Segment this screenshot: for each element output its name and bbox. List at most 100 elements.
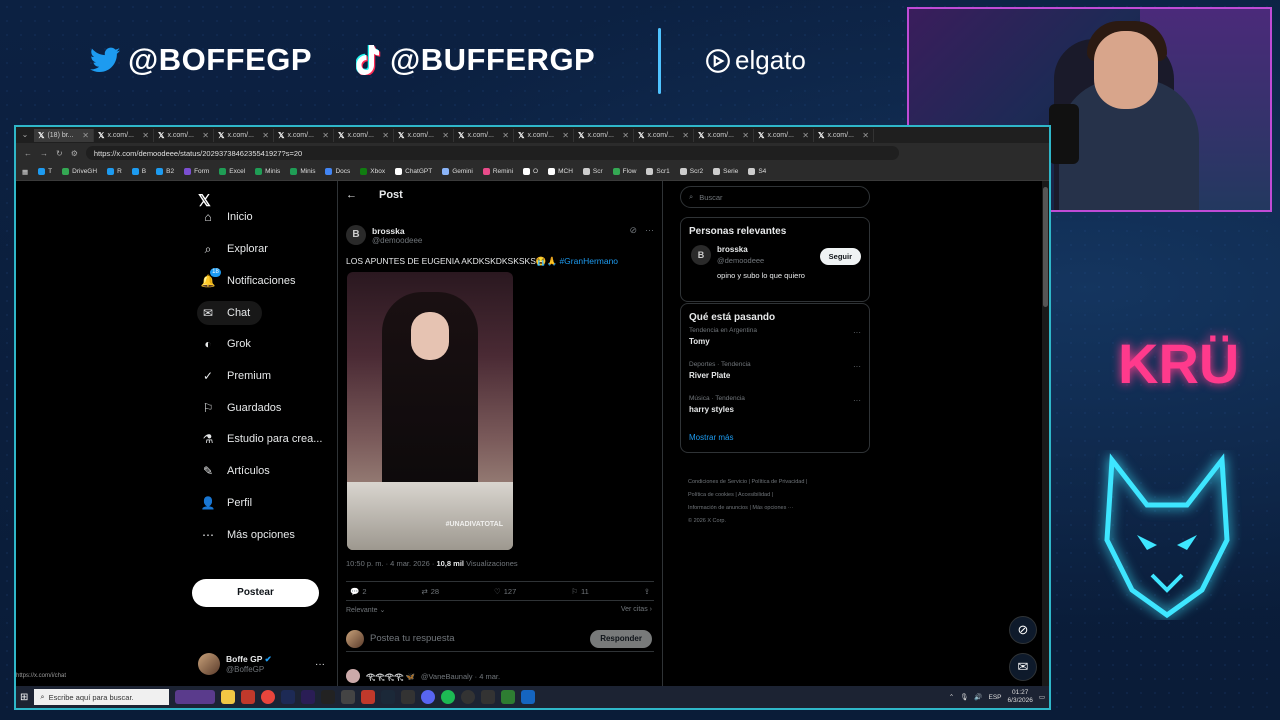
close-tab-icon[interactable]: ✕ [322,131,329,140]
bookmark-item[interactable]: B2 [156,168,174,175]
bookmark-item[interactable]: T [38,168,52,175]
post-button[interactable]: Postear [192,579,319,607]
app-icon[interactable] [241,690,256,704]
follow-button[interactable]: Seguir [819,248,861,265]
show-more-link[interactable]: Mostrar más [681,429,869,452]
footer-line[interactable]: Condiciones de Servicio | Política de Pr… [688,476,868,489]
bookmark-item[interactable]: O [523,168,538,175]
nav-item-estudio-para-crea[interactable]: ⚗ Estudio para crea... [197,427,326,451]
bookmark-item[interactable]: Serie [713,168,738,175]
clock[interactable]: 01:27 6/3/2026 [1008,689,1033,705]
post-time[interactable]: 10:50 p. m. · 4 mar. 2026 · [346,559,436,568]
close-tab-icon[interactable]: ✕ [442,131,449,140]
close-tab-icon[interactable]: ✕ [82,131,89,140]
windows-start-icon[interactable]: ⊞ [20,692,28,703]
url-input[interactable]: https://x.com/demoodeee/status/202937384… [85,146,899,160]
bookmark-item[interactable]: DriveGH [62,168,97,175]
nav-item-notificaciones[interactable]: 🔔 18 Notificaciones [197,268,299,293]
file-explorer-icon[interactable] [221,690,236,704]
bookmark-item[interactable]: Gemini [442,168,473,175]
close-tab-icon[interactable]: ✕ [262,131,269,140]
nav-item-artículos[interactable]: ✎ Artículos [197,459,274,483]
author-name[interactable]: brosska [372,226,422,236]
bookmark-item[interactable]: ChatGPT [395,168,432,175]
bookmark-item[interactable]: B [131,168,146,175]
discord-icon[interactable] [421,690,436,704]
bookmark-item[interactable]: Scr [582,168,603,175]
grok-icon[interactable]: ⊘ [629,225,637,236]
like-action[interactable]: ♡ 127 [494,587,516,596]
search-highlight-icon[interactable] [175,690,216,704]
relevant-avatar[interactable]: B [691,245,711,265]
nav-item-guardados[interactable]: ⚐ Guardados [197,396,285,420]
tray-chevron-icon[interactable]: ⌃ [949,693,954,701]
bookmark-item[interactable]: Flow [612,168,636,175]
notifications-icon[interactable]: ▭ [1039,693,1045,701]
relevant-name[interactable]: brosska [717,245,748,254]
nav-item-más-opciones[interactable]: ⋯ Más opciones [197,523,299,547]
obs-icon[interactable] [461,690,476,704]
quotes-link[interactable]: Ver citas › [621,606,652,613]
browser-tab[interactable]: 𝕏x.com/... ✕ [214,128,274,142]
nav-item-premium[interactable]: ✓ Premium [197,364,275,388]
nav-item-explorar[interactable]: ⌕ Explorar [197,237,272,261]
browser-tab[interactable]: 𝕏x.com/... ✕ [754,128,814,142]
app-icon[interactable] [341,690,356,704]
nav-item-inicio[interactable]: ⌂ Inicio [197,205,257,229]
post-author[interactable]: B brosska @demoodeee [346,225,422,245]
app-icon[interactable] [361,690,376,704]
grok-float-icon[interactable]: ⊘ [1009,616,1037,644]
reply-action[interactable]: 💬 2 [350,587,367,596]
epic-games-icon[interactable] [321,690,336,704]
close-tab-icon[interactable]: ✕ [742,131,749,140]
reload-icon[interactable]: ↻ [56,149,63,158]
post-more-icon[interactable]: ··· [645,225,654,236]
back-icon[interactable]: ← [24,149,32,158]
browser-tab[interactable]: 𝕏x.com/... ✕ [574,128,634,142]
post-image[interactable]: #UNADIVATOTAL [347,272,513,550]
browser-tab[interactable]: 𝕏x.com/... ✕ [394,128,454,142]
share-action[interactable]: ⇪ [644,587,650,596]
app-icon[interactable] [521,690,536,704]
browser-tab[interactable]: 𝕏x.com/... ✕ [454,128,514,142]
sort-dropdown[interactable]: Relevante ⌄ [346,606,385,614]
close-tab-icon[interactable]: ✕ [382,131,389,140]
relevant-person[interactable]: B brosska @demoodeee opino y subo lo que… [681,241,869,301]
browser-tab[interactable]: 𝕏x.com/... ✕ [694,128,754,142]
steam-icon[interactable] [381,690,396,704]
tab-list-button[interactable]: ⌄ [18,129,32,141]
app-icon[interactable] [401,690,416,704]
close-tab-icon[interactable]: ✕ [142,131,149,140]
bookmark-item[interactable]: Form [184,168,209,175]
trend-item[interactable]: Deportes · Tendencia River Plate ··· [681,361,869,395]
footer-line[interactable]: Política de cookies | Accesibilidad | [688,489,868,502]
nav-item-perfil[interactable]: 👤 Perfil [197,491,256,515]
bookmark-item[interactable]: Minis [255,168,280,175]
bookmark-item[interactable]: Remini [482,168,513,175]
trend-item[interactable]: Música · Tendencia harry styles ··· [681,395,869,429]
close-tab-icon[interactable]: ✕ [862,131,869,140]
bookmark-item[interactable]: R [107,168,122,175]
browser-tab[interactable]: 𝕏x.com/... ✕ [514,128,574,142]
bookmark-item[interactable]: Minis [290,168,315,175]
microphone-icon[interactable]: 🎙 [960,693,968,701]
browser-tab[interactable]: 𝕏 (18) br... ✕ [34,128,94,142]
account-switcher[interactable]: Boffe GP ✔ @BoffeGP [198,653,272,675]
bookmark-item[interactable]: Scr2 [679,168,703,175]
browser-tab[interactable]: 𝕏x.com/... ✕ [634,128,694,142]
app-icon[interactable] [481,690,496,704]
site-info-icon[interactable]: ⚙ [71,149,78,158]
trend-more-icon[interactable]: ··· [853,328,861,337]
close-tab-icon[interactable]: ✕ [562,131,569,140]
apps-grid-icon[interactable]: ▦ [22,168,28,176]
trend-item[interactable]: Tendencia en Argentina Tomy ··· [681,327,869,361]
spotify-icon[interactable] [441,690,456,704]
bookmark-item[interactable]: Excel [219,168,245,175]
trend-more-icon[interactable]: ··· [853,362,861,371]
nav-item-chat[interactable]: ✉ Chat [197,301,263,325]
photoshop-icon[interactable] [281,690,296,704]
close-tab-icon[interactable]: ✕ [502,131,509,140]
next-reply[interactable]: 𓂀𓂀𓂀𓂀 🦋 @VaneBaunaly · 4 mar. [346,669,500,683]
forward-icon[interactable]: → [40,149,48,158]
browser-tab[interactable]: 𝕏x.com/... ✕ [154,128,214,142]
